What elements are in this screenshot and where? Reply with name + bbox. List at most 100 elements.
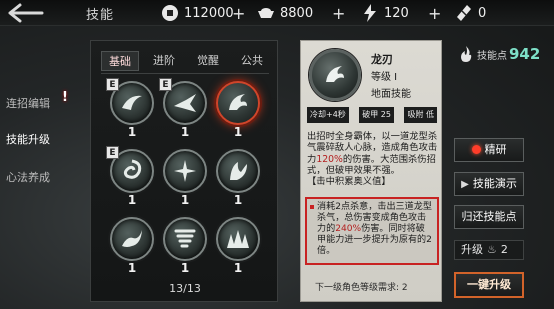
skill-points-value: 942	[509, 45, 541, 63]
upgrade-cost: 升级 ♨ 2	[454, 240, 524, 260]
equipped-badge: E	[159, 78, 172, 91]
silver-value: 112000	[184, 5, 234, 21]
skill-orb	[163, 149, 207, 193]
page-indicator: 13/13	[169, 282, 201, 295]
refine-label: 精研	[484, 143, 507, 156]
sidebar-item-label: 心法养成	[6, 171, 50, 184]
tab-advanced[interactable]: 进阶	[145, 51, 183, 71]
shockwave-icon	[227, 230, 249, 248]
skill-points-label: 技能点	[477, 50, 507, 62]
one-key-upgrade-button[interactable]: 一键升级	[454, 272, 524, 298]
skill-points-display: 技能点 942	[458, 44, 540, 64]
tab-common[interactable]: 公共	[233, 51, 271, 71]
ticket-icon	[457, 5, 471, 21]
dash-strike-icon	[174, 94, 196, 112]
skill-slot[interactable]: E 1	[106, 78, 157, 143]
sidebar-item-combo-edit[interactable]: 连招编辑 !	[6, 90, 76, 114]
skill-type: 地面技能	[371, 89, 411, 100]
skill-slot[interactable]: 1	[160, 217, 210, 279]
wind-slash-icon	[122, 95, 142, 110]
sidebar-item-label: 技能升级	[6, 133, 50, 146]
ingot-icon	[258, 8, 274, 18]
skill-point-flame-icon: ♨	[487, 243, 497, 256]
skill-level: 1	[127, 193, 137, 207]
lifesteal-stat: 吸附 低	[404, 107, 437, 123]
lightning-icon	[364, 4, 376, 22]
shadow-claw-icon	[230, 162, 247, 180]
skill-level: 1	[180, 193, 190, 207]
tab-divider	[101, 73, 269, 74]
skill-slot[interactable]: 1	[107, 217, 157, 279]
upgrade-cost-label: 升级	[461, 243, 483, 256]
silver-coin-icon	[162, 5, 178, 21]
skill-slot[interactable]: E 1	[106, 146, 157, 211]
tab-basic[interactable]: 基础	[101, 51, 139, 71]
skill-point-flame-icon	[461, 46, 472, 62]
dragon-blade-icon	[229, 94, 247, 110]
skill-slot[interactable]: E 1	[159, 78, 210, 143]
desc-damage-percent: 120%	[316, 153, 343, 165]
skill-slot[interactable]: 1	[160, 149, 210, 211]
skill-level: 1	[233, 125, 243, 139]
notification-badge: !	[62, 90, 68, 105]
ticket-resource: 0	[454, 2, 486, 24]
skill-demo-button[interactable]: ▶ 技能演示	[454, 172, 524, 196]
equipped-badge: E	[106, 146, 119, 159]
skill-orb	[110, 217, 154, 261]
energy-value: 120	[384, 5, 409, 21]
next-level-preview: 消耗2点杀意，击出三道龙型杀气，总伤害变成角色攻击力的240%伤害。同时将破甲能…	[305, 197, 439, 265]
tab-awaken[interactable]: 觉醒	[189, 51, 227, 71]
ingot-resource: 8800	[256, 2, 313, 24]
bullet-marker	[310, 205, 314, 209]
shuriken-icon	[174, 160, 196, 182]
sidebar-item-skill-upgrade[interactable]: 技能升级	[6, 130, 76, 150]
page-title: 技能	[86, 8, 115, 23]
cooldown-stat: 冷却+4秒	[307, 107, 349, 123]
armor-break-stat: 破甲 25	[359, 107, 394, 123]
add-silver-button[interactable]: +	[232, 2, 245, 24]
energy-resource: 120	[360, 2, 409, 24]
return-points-label: 归还技能点	[461, 210, 517, 223]
refine-button[interactable]: 精研	[454, 138, 524, 162]
ticket-value: 0	[478, 5, 487, 21]
silver-resource: 112000	[160, 2, 234, 24]
skill-level: 1	[180, 125, 190, 139]
upgrade-damage-percent: 240%	[335, 224, 362, 234]
top-bar: 技能 112000 + 8800 + 120 + 0	[0, 0, 554, 26]
skill-orb	[216, 149, 260, 193]
skill-stats: 冷却+4秒 破甲 25 吸附 低	[307, 107, 437, 123]
skill-orb	[163, 217, 207, 261]
skill-detail-panel: 龙刃 等级 I 地面技能 冷却+4秒 破甲 25 吸附 低 出招时全身霸体，以一…	[300, 40, 442, 302]
add-energy-button[interactable]: +	[428, 2, 441, 24]
dragon-blade-icon	[326, 66, 344, 82]
back-arrow-icon	[8, 3, 44, 23]
skill-slot[interactable]: 1	[213, 149, 263, 211]
level-requirement: 下一级角色等级需求: 2	[315, 283, 408, 293]
equipped-badge: E	[106, 78, 119, 91]
sidebar-item-label: 连招编辑	[6, 97, 50, 110]
skill-tabs: 基础 进阶 觉醒 公共	[101, 51, 271, 74]
rising-wave-icon	[122, 230, 142, 247]
skill-level: 1	[127, 261, 137, 275]
skills-panel: 基础 进阶 觉醒 公共 E 1 E 1 1 E 1 1 1 1 1 1 13/1…	[90, 40, 278, 302]
skill-demo-label: 技能演示	[472, 177, 517, 190]
skill-slot-selected[interactable]: 1	[213, 81, 263, 143]
tornado-icon	[174, 229, 196, 248]
skill-level: 1	[127, 125, 137, 139]
whirlwind-icon	[123, 159, 142, 179]
return-skill-points-button[interactable]: 归还技能点	[454, 205, 524, 229]
skill-orb	[216, 217, 260, 261]
upgrade-cost-value: 2	[500, 243, 508, 256]
add-ingot-button[interactable]: +	[332, 2, 345, 24]
skill-orb	[216, 81, 260, 125]
play-icon: ▶	[461, 179, 469, 190]
refine-dot-icon	[471, 144, 481, 154]
skill-slot[interactable]: 1	[213, 217, 263, 279]
skill-grid: E 1 E 1 1 E 1 1 1 1 1 1	[103, 78, 267, 281]
back-button[interactable]	[4, 2, 50, 24]
ingot-value: 8800	[280, 5, 314, 21]
sidebar-item-mind-training[interactable]: 心法养成	[6, 168, 76, 188]
selected-skill-orb	[309, 49, 361, 101]
skill-level-text: 等级 I	[371, 72, 398, 83]
skill-level: 1	[233, 193, 243, 207]
